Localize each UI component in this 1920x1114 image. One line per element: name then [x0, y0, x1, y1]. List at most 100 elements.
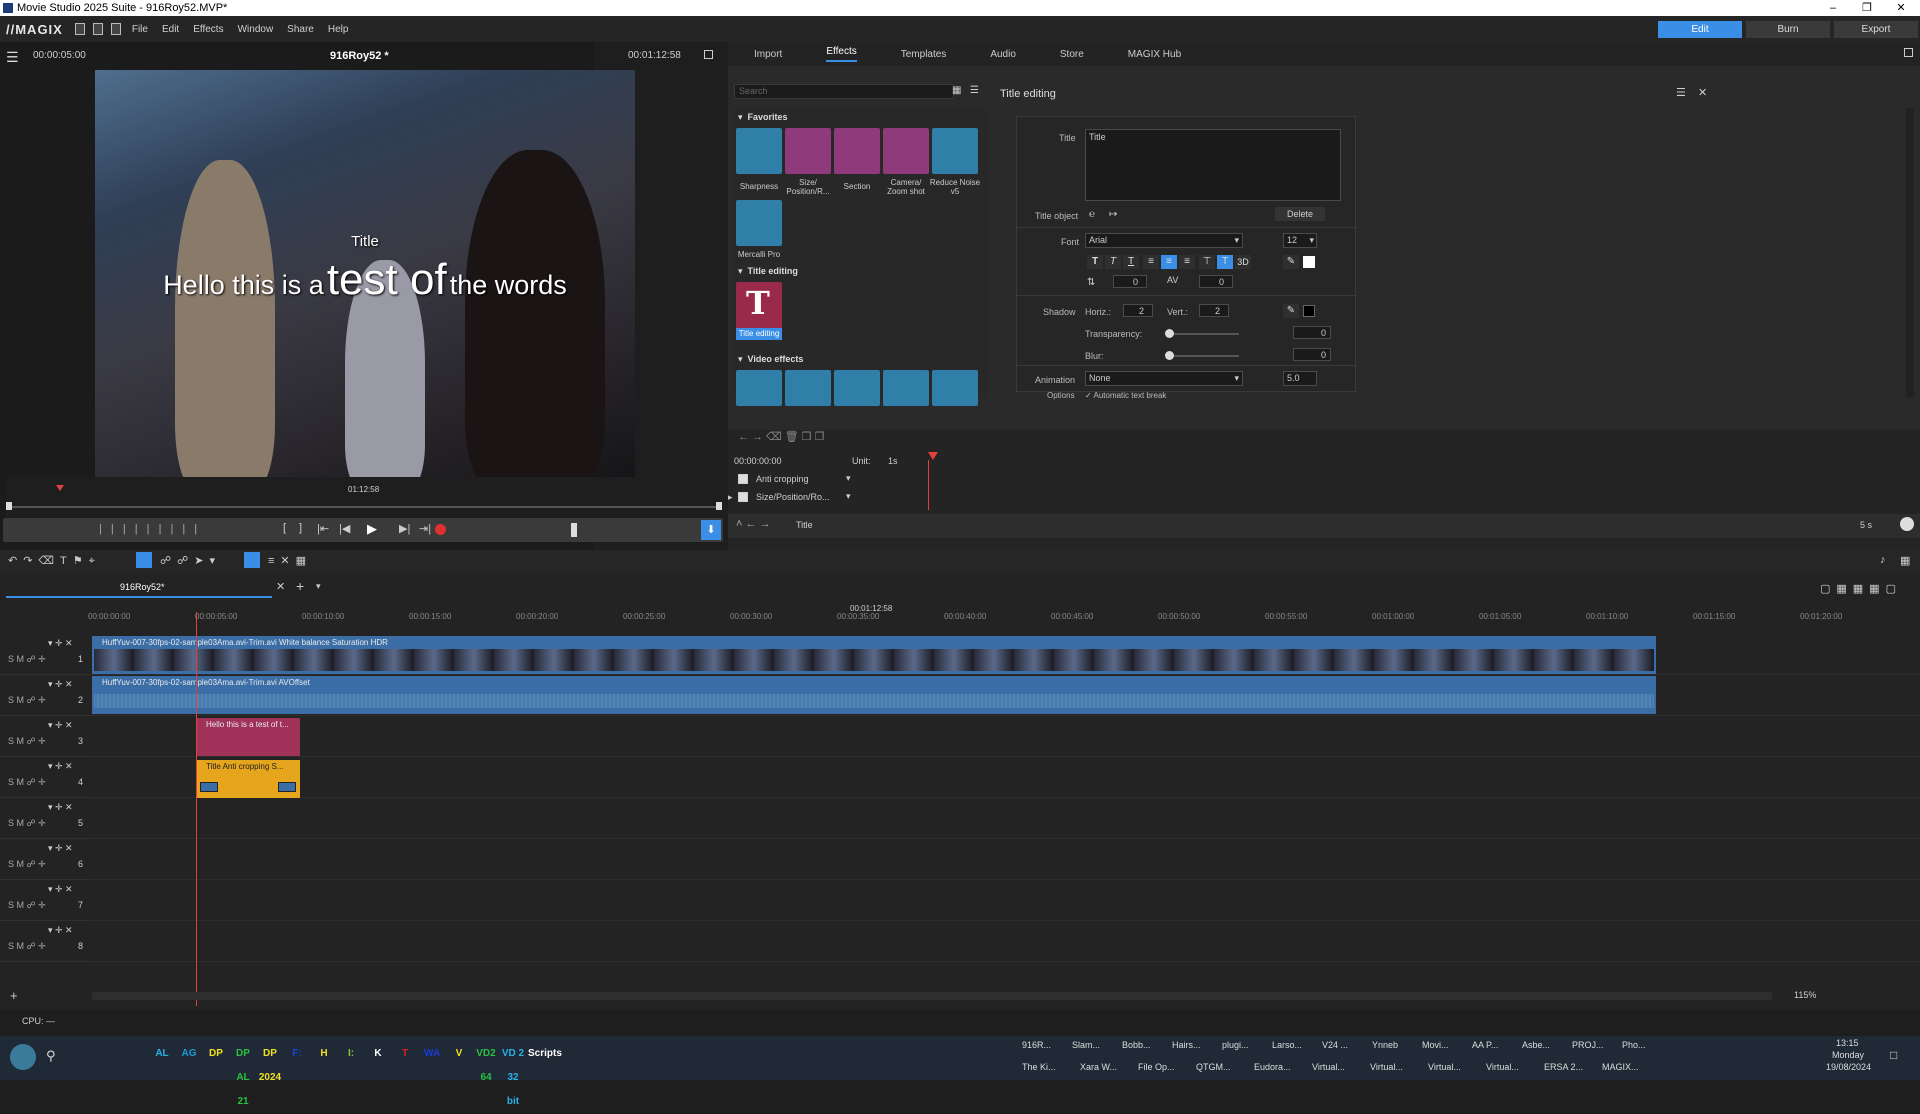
- track-controls[interactable]: S M ☍ ✛: [8, 654, 46, 665]
- new-file-icon[interactable]: [74, 23, 85, 35]
- menu-file[interactable]: File: [132, 24, 148, 35]
- add-tab-icon[interactable]: +: [296, 578, 304, 594]
- taskbar-window[interactable]: plugi...: [1222, 1036, 1249, 1054]
- tab-import[interactable]: Import: [754, 49, 782, 60]
- panel-menu-icon[interactable]: ☰: [1676, 86, 1686, 99]
- unit-value[interactable]: 1s: [888, 456, 898, 466]
- panel-close-icon[interactable]: ✕: [1698, 86, 1707, 99]
- taskbar-app-icon[interactable]: I:: [339, 1042, 363, 1066]
- track-row[interactable]: [88, 716, 1920, 757]
- edit-mode-button[interactable]: Edit: [1658, 21, 1742, 38]
- video-effect-tile[interactable]: [932, 370, 978, 406]
- shadow-horiz-input[interactable]: 2: [1123, 304, 1153, 317]
- close-icon[interactable]: ✕: [1884, 0, 1918, 16]
- track-menu-icon[interactable]: ▾ ✛ ✕: [48, 761, 73, 772]
- prev-marker-icon[interactable]: |◀: [339, 522, 350, 535]
- time-ruler[interactable]: 00:00:00:00 00:00:05:00 00:00:10:00 00:00:1…: [88, 612, 1920, 626]
- timeline-playhead[interactable]: [196, 612, 197, 1006]
- vertical-center-icon[interactable]: T: [1217, 255, 1233, 269]
- track-row[interactable]: [88, 880, 1920, 921]
- blur-input[interactable]: 0: [1293, 348, 1331, 361]
- shadow-color-picker-icon[interactable]: ✎: [1283, 304, 1299, 318]
- track-controls[interactable]: S M ☍ ✛: [8, 900, 46, 911]
- timeline-tab[interactable]: 916Roy52*: [6, 580, 272, 598]
- font-size-select[interactable]: 12 ▾: [1283, 233, 1317, 248]
- taskbar-app-icon[interactable]: T: [393, 1042, 417, 1066]
- link-tools[interactable]: ☍☍➤▾: [160, 554, 221, 567]
- track-controls[interactable]: S M ☍ ✛: [8, 818, 46, 829]
- video-effect-tile[interactable]: [785, 370, 831, 406]
- mode-icon[interactable]: [244, 552, 260, 568]
- jog-ticks[interactable]: | | | | | | | | |: [99, 523, 200, 535]
- title-text-input[interactable]: Title: [1085, 129, 1341, 201]
- 3d-button[interactable]: 3D: [1235, 255, 1251, 269]
- taskbar-window[interactable]: File Op...: [1138, 1058, 1175, 1076]
- title-clip-track-3[interactable]: Hello this is a test of t...: [196, 718, 300, 756]
- video-effect-tile[interactable]: [834, 370, 880, 406]
- taskbar-window[interactable]: ERSA 2...: [1544, 1058, 1583, 1076]
- menu-edit[interactable]: Edit: [162, 24, 179, 35]
- open-folder-icon[interactable]: [92, 23, 103, 35]
- fx-clip-track-4[interactable]: Title Anti cropping S...: [196, 760, 300, 798]
- taskbar-app-icon[interactable]: K: [366, 1042, 390, 1066]
- edit-tools[interactable]: ↶↷⌫T⚑⌖: [8, 554, 101, 568]
- track-row[interactable]: [88, 798, 1920, 839]
- preview-scrubber[interactable]: 01:12:58: [6, 477, 722, 519]
- size-position-effect-tile[interactable]: [785, 128, 831, 174]
- vertical-top-icon[interactable]: ⊤: [1199, 255, 1215, 269]
- taskbar-window[interactable]: Ynneb: [1372, 1036, 1398, 1054]
- char-spacing-input[interactable]: 0: [1199, 275, 1233, 288]
- taskbar-app-icon[interactable]: DP 2024: [258, 1042, 282, 1083]
- shadow-vert-input[interactable]: 2: [1199, 304, 1229, 317]
- camera-zoom-effect-tile[interactable]: [883, 128, 929, 174]
- volume-slider-handle[interactable]: [571, 523, 577, 537]
- taskbar-window[interactable]: Bobb...: [1122, 1036, 1151, 1054]
- panel-maximize-icon[interactable]: [1904, 48, 1913, 57]
- size-position-checkbox[interactable]: [738, 492, 748, 502]
- add-track-icon[interactable]: +: [10, 988, 18, 1003]
- track-menu-icon[interactable]: ▾ ✛ ✕: [48, 802, 73, 813]
- taskbar-app-icon[interactable]: AL: [150, 1042, 174, 1066]
- hamburger-menu-icon[interactable]: ☰: [6, 49, 19, 66]
- keyframe-zoom[interactable]: 5 s: [1860, 520, 1872, 530]
- view-mode-icons[interactable]: ▢▦▦▦▢: [1820, 582, 1902, 595]
- expand-icon[interactable]: ▸: [728, 492, 733, 503]
- taskbar-window[interactable]: Asbe...: [1522, 1036, 1550, 1054]
- transparency-slider[interactable]: [1169, 333, 1239, 335]
- tab-templates[interactable]: Templates: [901, 49, 947, 60]
- track-menu-icon[interactable]: ▾ ✛ ✕: [48, 638, 73, 649]
- taskbar-app-icon[interactable]: Scripts: [528, 1042, 562, 1066]
- taskbar-app-icon[interactable]: VD 2 32 bit: [501, 1042, 525, 1107]
- sharpness-effect-tile[interactable]: [736, 128, 782, 174]
- menu-effects[interactable]: Effects: [193, 24, 223, 35]
- tab-store[interactable]: Store: [1060, 49, 1084, 60]
- video-effect-tile[interactable]: [883, 370, 929, 406]
- confirm-icon[interactable]: [1900, 517, 1914, 531]
- track-row[interactable]: [88, 839, 1920, 880]
- video-effects-header[interactable]: ▾ Video effects: [738, 354, 803, 365]
- zoom-level[interactable]: 115%: [1794, 990, 1816, 1000]
- track-row[interactable]: [88, 921, 1920, 962]
- mixer-icon[interactable]: ▦: [1900, 554, 1910, 567]
- blur-slider-handle[interactable]: [1165, 351, 1174, 360]
- export-mode-button[interactable]: Export: [1834, 21, 1918, 38]
- taskbar-app-icon[interactable]: WA: [420, 1042, 444, 1066]
- reduce-noise-effect-tile[interactable]: [932, 128, 978, 174]
- taskbar-app-icon[interactable]: F:: [285, 1042, 309, 1066]
- keyframe-playhead[interactable]: [928, 452, 938, 460]
- mark-out-icon[interactable]: ]: [299, 522, 302, 534]
- align-right-icon[interactable]: ≡: [1179, 255, 1195, 269]
- taskbar-window[interactable]: Virtual...: [1312, 1058, 1345, 1076]
- track-controls[interactable]: S M ☍ ✛: [8, 859, 46, 870]
- snap-icon[interactable]: [136, 552, 152, 568]
- panel-scrollbar[interactable]: [1906, 108, 1914, 398]
- start-orb-icon[interactable]: [10, 1044, 36, 1070]
- font-select[interactable]: Arial ▾: [1085, 233, 1243, 248]
- taskbar-window[interactable]: Virtual...: [1370, 1058, 1403, 1076]
- timeline-scrollbar[interactable]: [92, 992, 1772, 1000]
- taskbar-window[interactable]: Virtual...: [1428, 1058, 1461, 1076]
- audio-mixer-icon[interactable]: ♪: [1880, 554, 1886, 566]
- taskbar-app-icon[interactable]: V: [447, 1042, 471, 1066]
- text-cursor-icon[interactable]: ℮: [1089, 209, 1095, 220]
- minimize-icon[interactable]: –: [1816, 0, 1850, 16]
